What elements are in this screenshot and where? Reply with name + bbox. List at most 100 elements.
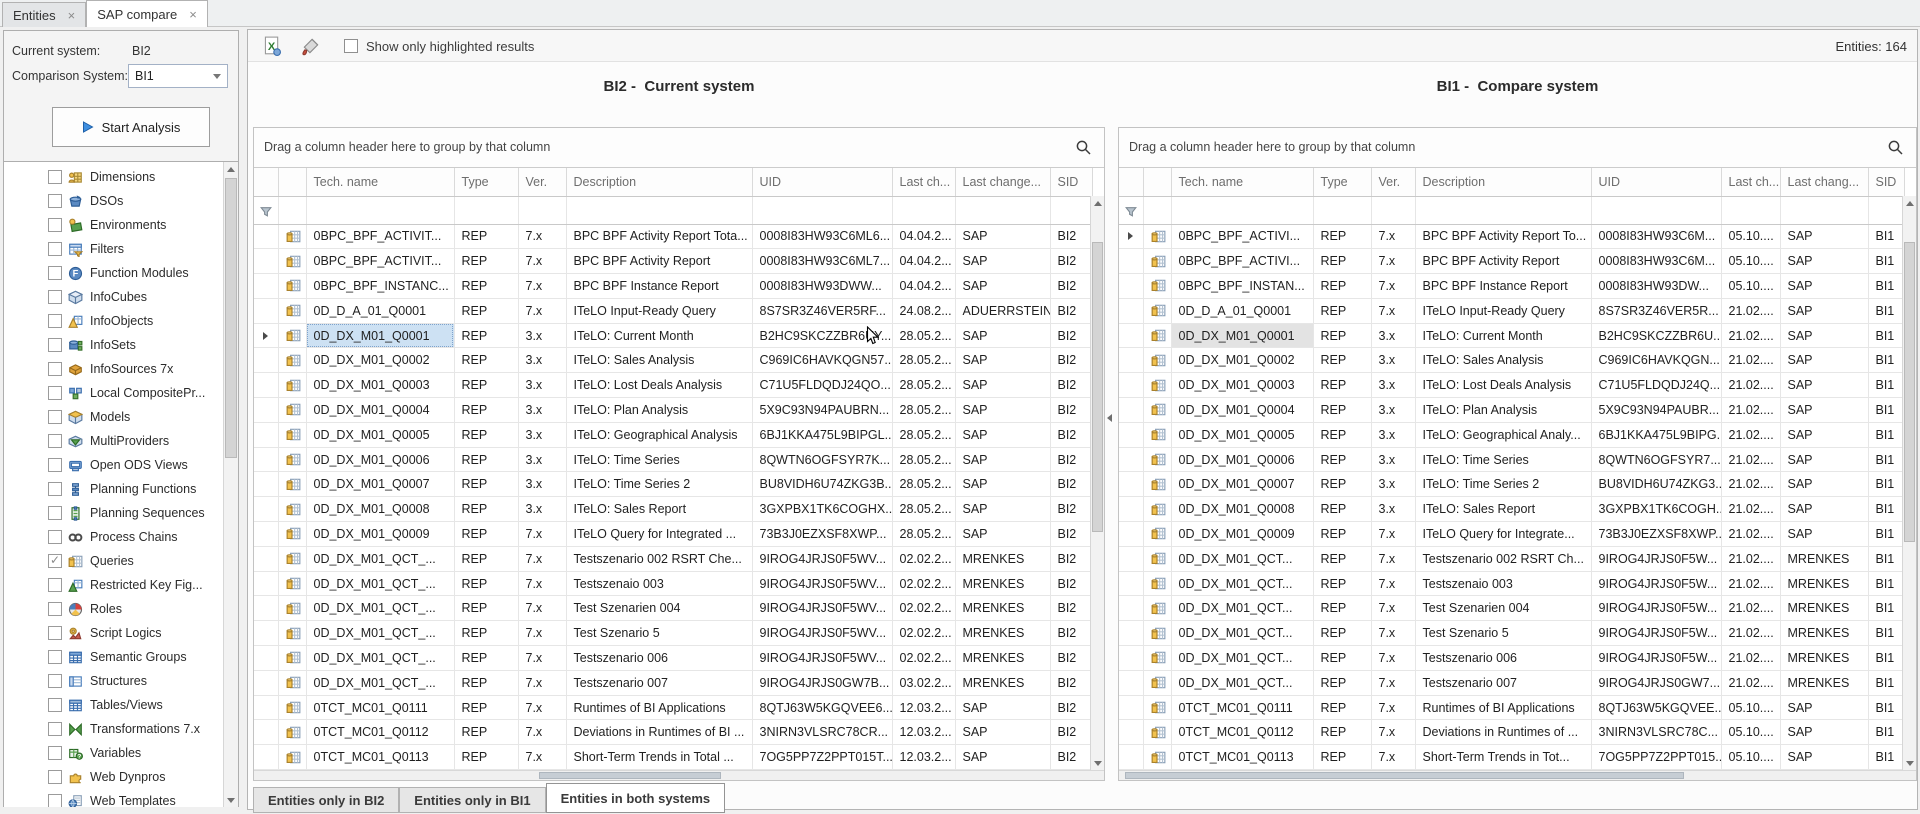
table-row[interactable]: 0D_DX_M01_QCT_... REP 7.x Test Szenarien…: [254, 596, 1092, 621]
checkbox[interactable]: [48, 218, 62, 232]
table-row[interactable]: 0D_DX_M01_Q0006 REP 3.x ITeLO: Time Seri…: [254, 447, 1092, 472]
checkbox[interactable]: [48, 386, 62, 400]
close-icon[interactable]: ×: [68, 9, 76, 22]
close-icon[interactable]: ×: [189, 8, 197, 21]
checkbox[interactable]: [48, 602, 62, 616]
window-tab[interactable]: SAP compare ×: [86, 0, 208, 27]
window-tab[interactable]: Entities ×: [2, 2, 86, 27]
comparison-system-select[interactable]: BI1: [128, 64, 228, 88]
table-row[interactable]: 0D_DX_M01_Q0009 REP 7.x ITeLO Query for …: [254, 522, 1092, 547]
table-row[interactable]: 0D_DX_M01_Q0001 REP 3.x ITeLO: Current M…: [1119, 323, 1904, 348]
scroll-down-button[interactable]: [224, 793, 238, 807]
filter-cell[interactable]: [1050, 196, 1092, 224]
column-header[interactable]: Description: [566, 168, 752, 196]
table-row[interactable]: 0D_DX_M01_QCT... REP 7.x Test Szenarien …: [1119, 596, 1904, 621]
filter-cell[interactable]: [1780, 196, 1868, 224]
column-header[interactable]: SID: [1050, 168, 1092, 196]
table-row[interactable]: 0BPC_BPF_ACTIVI... REP 7.x BPC BPF Activ…: [1119, 224, 1904, 249]
checkbox[interactable]: [48, 242, 62, 256]
checkbox[interactable]: [48, 362, 62, 376]
tree-item[interactable]: Tables/Views: [4, 693, 223, 717]
table-row[interactable]: 0D_DX_M01_QCT... REP 7.x Test Szenario 5…: [1119, 621, 1904, 646]
tree-item[interactable]: Web Templates: [4, 789, 223, 807]
tree-item[interactable]: MultiProviders: [4, 429, 223, 453]
tree-item[interactable]: Filters: [4, 237, 223, 261]
tree-item[interactable]: Restricted Key Fig...: [4, 573, 223, 597]
table-row[interactable]: 0D_DX_M01_QCT_... REP 7.x Testszenaio 00…: [254, 571, 1092, 596]
checkbox[interactable]: [48, 458, 62, 472]
checkbox[interactable]: [48, 770, 62, 784]
tree-item[interactable]: Semantic Groups: [4, 645, 223, 669]
table-row[interactable]: 0D_DX_M01_Q0006 REP 3.x ITeLO: Time Seri…: [1119, 447, 1904, 472]
checkbox[interactable]: [48, 722, 62, 736]
checkbox[interactable]: [48, 554, 62, 568]
tree-item[interactable]: Structures: [4, 669, 223, 693]
table-row[interactable]: 0BPC_BPF_ACTIVI... REP 7.x BPC BPF Activ…: [1119, 249, 1904, 274]
table-row[interactable]: 0D_DX_M01_QCT... REP 7.x Testszenario 00…: [1119, 670, 1904, 695]
column-header[interactable]: Description: [1415, 168, 1591, 196]
tree-item[interactable]: InfoObjects: [4, 309, 223, 333]
column-header[interactable]: Ver.: [1371, 168, 1415, 196]
table-row[interactable]: 0D_DX_M01_QCT_... REP 7.x Testszenario 0…: [254, 646, 1092, 671]
column-header[interactable]: UID: [752, 168, 892, 196]
filter-cell[interactable]: [752, 196, 892, 224]
table-row[interactable]: 0D_DX_M01_QCT_... REP 7.x Test Szenario …: [254, 621, 1092, 646]
tree-item[interactable]: Planning Functions: [4, 477, 223, 501]
table-row[interactable]: 0D_DX_M01_Q0005 REP 3.x ITeLO: Geographi…: [254, 422, 1092, 447]
table-row[interactable]: 0D_DX_M01_QCT_... REP 7.x Testszenario 0…: [254, 546, 1092, 571]
tree-item[interactable]: F Function Modules: [4, 261, 223, 285]
column-header[interactable]: UID: [1591, 168, 1721, 196]
filter-cell[interactable]: [454, 196, 518, 224]
table-row[interactable]: 0D_DX_M01_Q0009 REP 7.x ITeLO Query for …: [1119, 522, 1904, 547]
scroll-up-button[interactable]: [1903, 196, 1916, 210]
filter-cell[interactable]: [1371, 196, 1415, 224]
table-row[interactable]: 0D_DX_M01_Q0001 REP 3.x ITeLO: Current M…: [254, 323, 1092, 348]
tree-item[interactable]: InfoSources 7x: [4, 357, 223, 381]
checkbox[interactable]: [48, 290, 62, 304]
table-row[interactable]: 0D_DX_M01_Q0003 REP 3.x ITeLO: Lost Deal…: [254, 373, 1092, 398]
tree-scrollbar[interactable]: [223, 162, 238, 807]
tree-item[interactable]: Models: [4, 405, 223, 429]
scroll-thumb[interactable]: [225, 178, 237, 458]
grid-vertical-scrollbar[interactable]: [1902, 196, 1916, 770]
checkbox[interactable]: [48, 506, 62, 520]
tree-item[interactable]: InfoCubes: [4, 285, 223, 309]
filter-cell[interactable]: [566, 196, 752, 224]
tree-item[interactable]: Script Logics: [4, 621, 223, 645]
tree-item[interactable]: Queries: [4, 549, 223, 573]
table-row[interactable]: 0D_DX_M01_Q0008 REP 3.x ITeLO: Sales Rep…: [1119, 497, 1904, 522]
checkbox[interactable]: [48, 650, 62, 664]
start-analysis-button[interactable]: Start Analysis: [52, 107, 210, 147]
checkbox[interactable]: [48, 530, 62, 544]
table-row[interactable]: 0TCT_MC01_Q0113 REP 7.x Short-Term Trend…: [1119, 745, 1904, 770]
checkbox[interactable]: [48, 794, 62, 807]
column-header[interactable]: Last change...: [955, 168, 1050, 196]
search-icon[interactable]: [1075, 139, 1092, 156]
tree-item[interactable]: Local CompositePr...: [4, 381, 223, 405]
table-row[interactable]: 0TCT_MC01_Q0112 REP 7.x Deviations in Ru…: [254, 720, 1092, 745]
checkbox[interactable]: [48, 626, 62, 640]
table-row[interactable]: 0TCT_MC01_Q0111 REP 7.x Runtimes of BI A…: [1119, 695, 1904, 720]
table-row[interactable]: 0D_DX_M01_Q0003 REP 3.x ITeLO: Lost Deal…: [1119, 373, 1904, 398]
filter-cell[interactable]: [1313, 196, 1371, 224]
scroll-down-button[interactable]: [1903, 756, 1916, 770]
column-header[interactable]: Type: [1313, 168, 1371, 196]
tree-item[interactable]: Environments: [4, 213, 223, 237]
scroll-up-button[interactable]: [224, 162, 238, 176]
table-row[interactable]: 0D_D_A_01_Q0001 REP 7.x ITeLO Input-Read…: [254, 298, 1092, 323]
tree-item[interactable]: Transformations 7.x: [4, 717, 223, 741]
filter-cell[interactable]: [306, 196, 454, 224]
search-icon[interactable]: [1887, 139, 1904, 156]
scroll-down-button[interactable]: [1091, 756, 1104, 770]
column-header[interactable]: Last chang...: [1780, 168, 1868, 196]
table-row[interactable]: 0D_DX_M01_Q0004 REP 3.x ITeLO: Plan Anal…: [1119, 398, 1904, 423]
filter-funnel-icon[interactable]: [259, 205, 273, 219]
show-highlighted-checkbox[interactable]: [344, 39, 358, 53]
result-tab[interactable]: Entities only in BI2: [253, 787, 399, 813]
checkbox[interactable]: [48, 482, 62, 496]
scroll-thumb[interactable]: [1904, 242, 1915, 542]
table-row[interactable]: 0D_D_A_01_Q0001 REP 7.x ITeLO Input-Read…: [1119, 298, 1904, 323]
filter-cell[interactable]: [1868, 196, 1904, 224]
export-excel-icon[interactable]: X: [261, 36, 281, 56]
checkbox[interactable]: [48, 410, 62, 424]
